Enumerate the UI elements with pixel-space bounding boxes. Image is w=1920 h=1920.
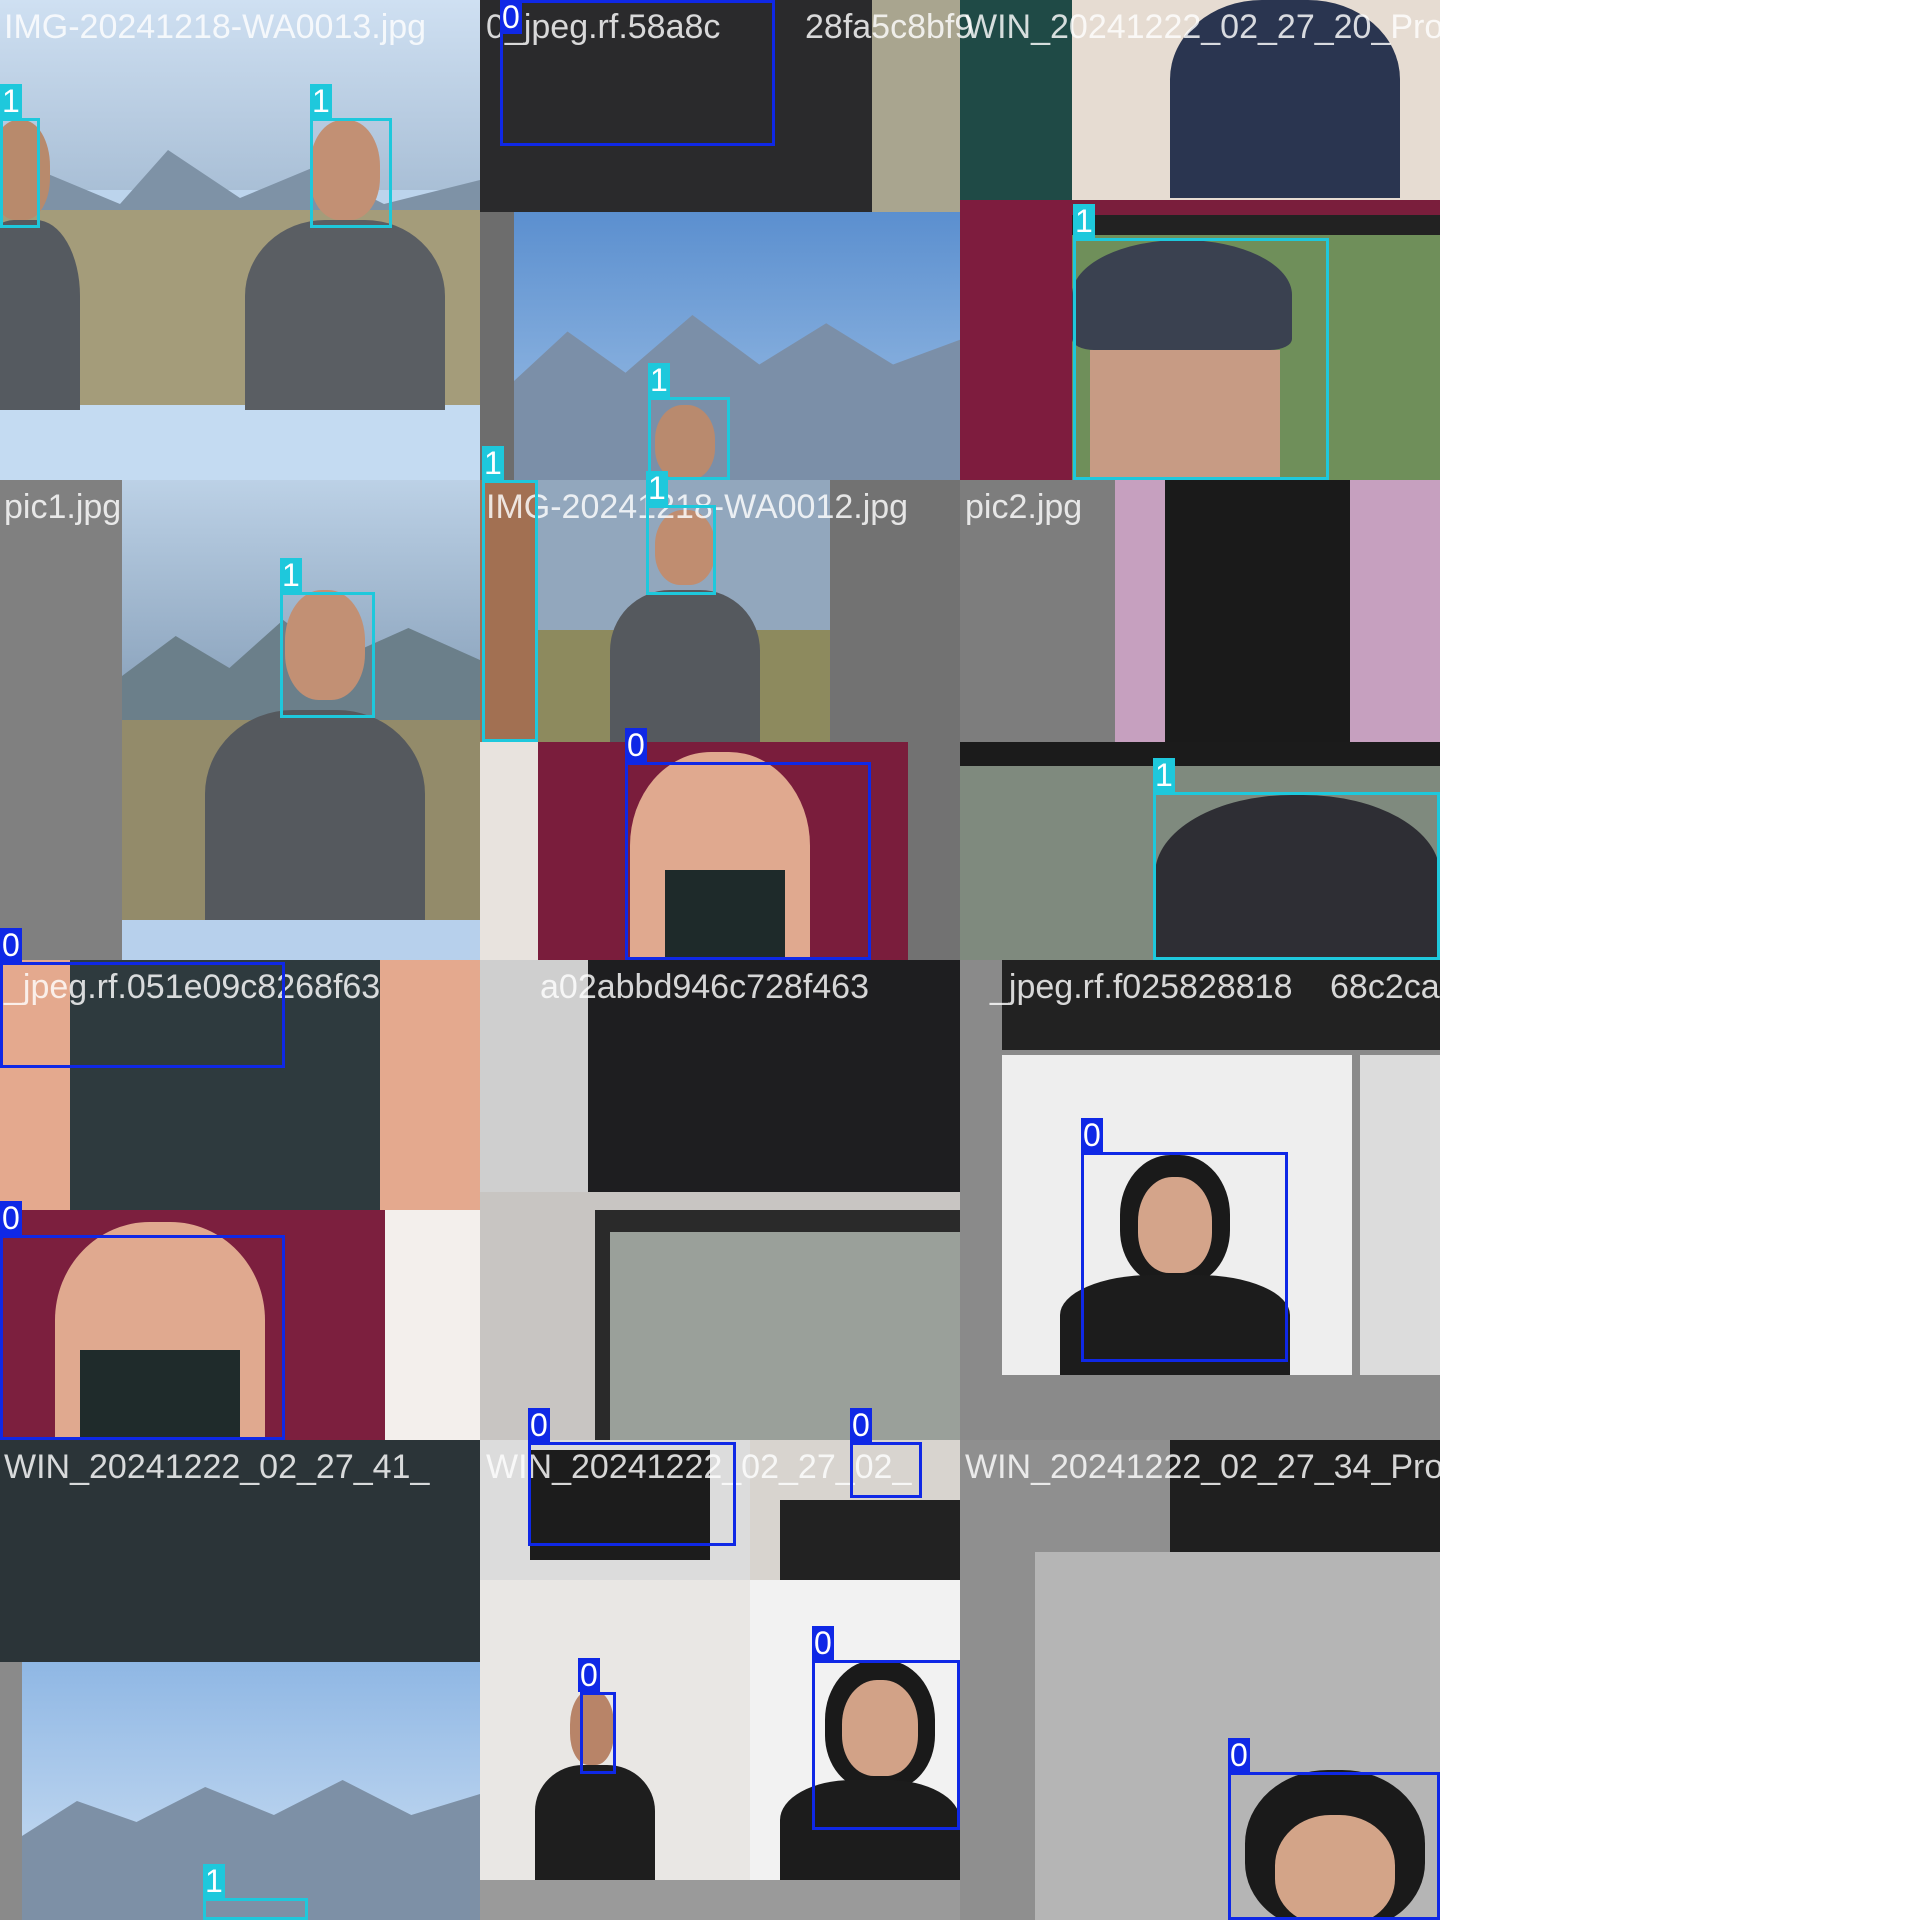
bbox-class-0 — [528, 1442, 736, 1546]
bbox-class-1 — [646, 505, 716, 595]
bbox-class-0 — [580, 1692, 616, 1774]
bbox-label-class-1: 1 — [1073, 203, 1095, 239]
bbox-label-class-1: 1 — [203, 1863, 225, 1899]
bbox-label-class-1: 1 — [648, 362, 670, 398]
bbox-class-0 — [1081, 1152, 1288, 1362]
bbox-class-1 — [1073, 238, 1329, 480]
bbox-class-0 — [0, 962, 285, 1068]
bbox-label-class-0: 0 — [0, 927, 22, 963]
bbox-class-1 — [648, 397, 730, 480]
mosaic-grid: IMG-20241218-WA0013.jpg 0_jpeg.rf.58a8c … — [0, 0, 1920, 1920]
tile-mountain-man-a — [0, 0, 480, 480]
bbox-label-class-0: 0 — [578, 1657, 600, 1693]
bbox-class-0 — [812, 1660, 960, 1830]
bbox-label-class-0: 0 — [625, 727, 647, 763]
bbox-label-class-0: 0 — [500, 0, 522, 35]
bbox-class-0 — [0, 1235, 285, 1440]
bbox-label-class-0: 0 — [528, 1407, 550, 1443]
tile-pic1 — [0, 480, 480, 960]
bbox-class-1 — [0, 118, 40, 228]
tile-dark-window — [480, 960, 960, 1440]
bbox-class-0 — [500, 0, 775, 146]
bbox-label-class-0: 0 — [850, 1407, 872, 1443]
bbox-label-class-1: 1 — [1153, 757, 1175, 793]
bbox-label-class-0: 0 — [0, 1200, 22, 1236]
bbox-class-0 — [1228, 1772, 1440, 1920]
bbox-class-0 — [625, 762, 871, 960]
bbox-label-class-1: 1 — [0, 83, 22, 119]
bbox-class-1 — [310, 118, 392, 228]
bbox-label-class-1: 1 — [310, 83, 332, 119]
bbox-class-0 — [850, 1442, 922, 1498]
bbox-class-1 — [1153, 792, 1440, 960]
bbox-label-class-0: 0 — [1081, 1117, 1103, 1153]
bbox-label-class-0: 0 — [1228, 1737, 1250, 1773]
bbox-label-class-0: 0 — [812, 1625, 834, 1661]
bbox-label-class-1: 1 — [646, 470, 668, 506]
tile-fabric-sky — [0, 1440, 480, 1920]
bbox-label-class-1: 1 — [482, 445, 504, 481]
bbox-class-1 — [482, 480, 538, 742]
bbox-label-class-1: 1 — [280, 557, 302, 593]
bbox-class-1 — [203, 1898, 308, 1920]
bbox-class-1 — [280, 592, 375, 718]
